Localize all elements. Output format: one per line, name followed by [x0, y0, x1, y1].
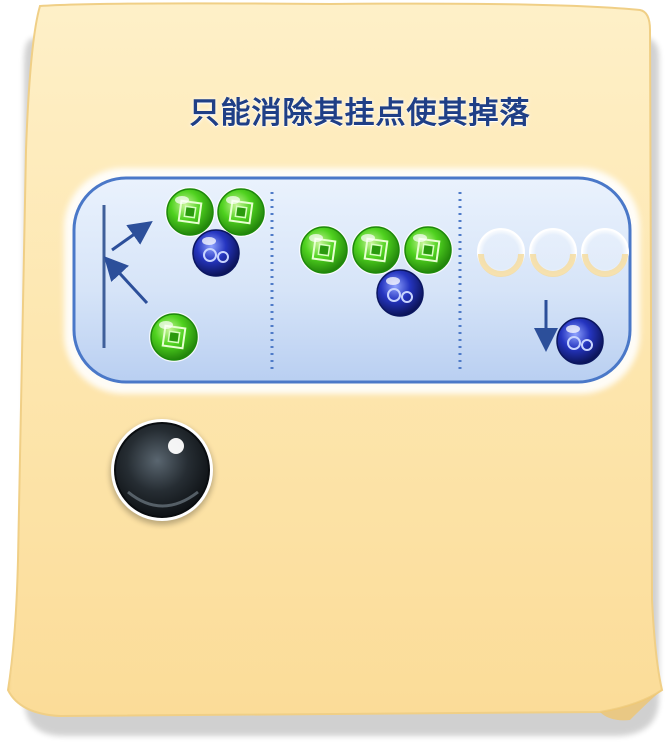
- empty-slot: [477, 228, 525, 277]
- tip-title: 只能消除其挂点使其掉落: [189, 96, 531, 131]
- green-bubble: [149, 312, 199, 362]
- blue-bubble: [192, 229, 240, 277]
- blue-bubble: [556, 317, 604, 365]
- shooter-ball: [110, 419, 214, 525]
- green-bubble: [299, 225, 349, 275]
- green-bubble: [165, 187, 215, 237]
- empty-slot: [581, 228, 629, 277]
- blue-bubble: [376, 269, 424, 317]
- green-bubble: [403, 225, 453, 275]
- green-bubble: [351, 225, 401, 275]
- tip-card: 只能消除其挂点使其掉落: [0, 0, 669, 746]
- green-bubble: [216, 187, 266, 237]
- empty-slot: [529, 228, 577, 277]
